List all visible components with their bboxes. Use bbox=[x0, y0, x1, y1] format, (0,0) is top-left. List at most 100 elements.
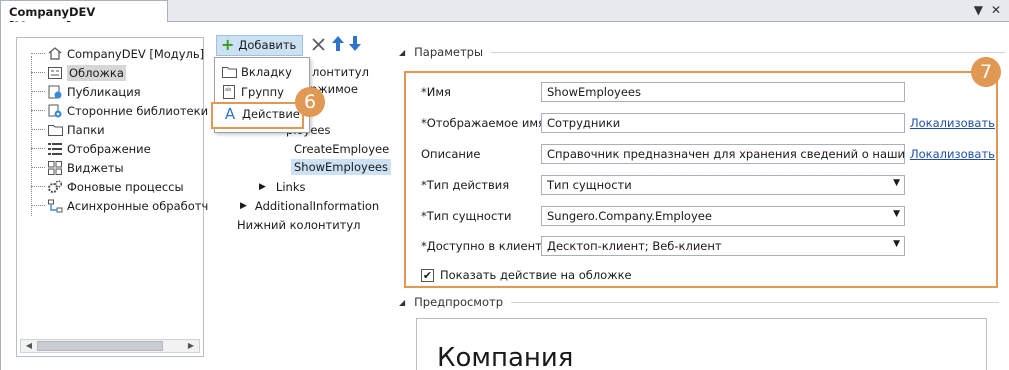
tree-item-footer[interactable]: Нижний колонтитул bbox=[237, 216, 361, 234]
cover-toolbar: + Добавить bbox=[216, 34, 362, 56]
tree-item-label: CreateEmployee bbox=[294, 142, 390, 156]
display-name-input[interactable]: Сотрудники bbox=[541, 113, 905, 133]
action-icon: A bbox=[224, 105, 236, 123]
arrow-down-icon[interactable] bbox=[349, 35, 362, 55]
tree-item-label: Сторонние библиотеки bbox=[67, 103, 209, 118]
module-tab[interactable]: CompanyDEV [Модуль] bbox=[0, 0, 168, 33]
show-on-cover-label: Показать действие на обложке bbox=[440, 268, 632, 282]
parameters-header[interactable]: ◢ Параметры bbox=[399, 45, 1006, 59]
description-label: Описание bbox=[421, 147, 481, 161]
tree-item-label: лонтитул bbox=[312, 65, 369, 79]
name-input[interactable]: ShowEmployees bbox=[541, 82, 905, 102]
entity-type-select[interactable]: Sungero.Company.Employee ▼ bbox=[541, 206, 905, 226]
name-label: *Имя bbox=[421, 85, 451, 99]
tree-item-display[interactable]: Отображение bbox=[31, 139, 151, 158]
tree-item-libraries[interactable]: Сторонние библиотеки bbox=[31, 101, 208, 120]
expand-icon[interactable]: ▶ bbox=[240, 201, 247, 211]
add-button-label: Добавить bbox=[238, 38, 297, 52]
callout-badge-7: 7 bbox=[971, 57, 1001, 87]
tree-item-cover[interactable]: Обложка bbox=[31, 63, 126, 82]
add-button[interactable]: + Добавить bbox=[216, 34, 304, 56]
description-input[interactable]: Справочник предназначен для хранения све… bbox=[541, 144, 905, 164]
close-icon[interactable] bbox=[312, 36, 325, 55]
tree-item-module[interactable]: CompanyDEV [Модуль] bbox=[31, 44, 204, 63]
tree-item-label: Обложка bbox=[67, 64, 126, 81]
scroll-right-icon[interactable]: ▶ bbox=[184, 340, 198, 352]
entity-type-value: Sungero.Company.Employee bbox=[547, 209, 712, 223]
entity-type-label: *Тип сущности bbox=[421, 209, 512, 223]
name-value: ShowEmployees bbox=[547, 85, 641, 99]
preview-pane: Компания bbox=[416, 318, 987, 370]
section-title: Предпросмотр bbox=[414, 295, 504, 309]
tree-item-additional-information[interactable]: ▶ AdditionalInformation bbox=[240, 197, 379, 215]
group-icon: ab bbox=[221, 85, 237, 99]
action-type-label: *Тип действия bbox=[421, 178, 510, 192]
scroll-left-icon[interactable]: ◀ bbox=[22, 340, 36, 352]
menu-item-tab[interactable]: Вкладку bbox=[221, 63, 292, 81]
menu-item-label: Действие bbox=[242, 107, 300, 121]
folder-icon bbox=[47, 123, 63, 137]
expand-icon[interactable]: ▶ bbox=[259, 182, 266, 192]
tree-item-label: Асинхронные обработч bbox=[67, 198, 209, 213]
tree-item-links[interactable]: ▶ Links bbox=[259, 178, 305, 196]
dropdown-arrow-icon[interactable]: ▼ bbox=[893, 239, 900, 249]
localize-link[interactable]: Локализовать bbox=[910, 116, 995, 130]
tree-item-show-employees[interactable]: ShowEmployees bbox=[291, 158, 391, 176]
clients-select[interactable]: Десктоп-клиент; Веб-клиент ▼ bbox=[541, 236, 905, 256]
preview-title: Компания bbox=[437, 343, 574, 370]
horizontal-scrollbar[interactable]: ◀ ▶ bbox=[20, 339, 200, 353]
collapse-icon[interactable]: ◢ bbox=[399, 298, 405, 307]
tree-item-label: Нижний колонтитул bbox=[237, 218, 361, 232]
tree-item-header[interactable]: лонтитул bbox=[312, 63, 369, 81]
tab-strip: ▼ ✕ bbox=[168, 0, 1009, 22]
action-type-select[interactable]: Тип сущности ▼ bbox=[541, 175, 905, 195]
tree-item-publication[interactable]: Публикация bbox=[31, 82, 141, 101]
tree-item-label: Отображение bbox=[67, 141, 151, 156]
parameters-panel: *Имя ShowEmployees *Отображаемое имя Сот… bbox=[404, 71, 998, 288]
home-icon bbox=[47, 47, 63, 61]
menu-item-group[interactable]: ab Группу bbox=[221, 83, 284, 101]
action-type-value: Тип сущности bbox=[547, 178, 632, 192]
section-title: Параметры bbox=[414, 45, 484, 59]
tree-item-widgets[interactable]: Виджеты bbox=[31, 158, 124, 177]
gears-icon bbox=[47, 179, 63, 194]
collapse-icon[interactable]: ◢ bbox=[399, 48, 405, 57]
close-icon[interactable]: ✕ bbox=[991, 3, 1001, 17]
tree-item-create-employee[interactable]: CreateEmployee bbox=[294, 140, 389, 158]
menu-item-label: Группу bbox=[241, 85, 284, 99]
tree-item-label: Публикация bbox=[67, 84, 141, 99]
cover-icon bbox=[47, 66, 63, 80]
dropdown-arrow-icon[interactable]: ▼ bbox=[893, 178, 900, 188]
show-on-cover-checkbox[interactable]: ✔ Показать действие на обложке bbox=[421, 268, 632, 282]
dropdown-arrow-icon[interactable]: ▼ bbox=[893, 209, 900, 219]
tree-item-label: ShowEmployees bbox=[291, 159, 391, 175]
module-tree-panel: CompanyDEV [Модуль] Обложка Публикация С… bbox=[16, 37, 208, 357]
arrow-up-icon[interactable] bbox=[332, 35, 345, 55]
plus-icon: + bbox=[221, 35, 235, 54]
display-name-value: Сотрудники bbox=[547, 116, 621, 130]
display-name-label: *Отображаемое имя bbox=[421, 116, 545, 130]
menu-item-label: Вкладку bbox=[241, 65, 292, 79]
tab-icon bbox=[221, 65, 237, 79]
dropdown-icon[interactable]: ▼ bbox=[974, 3, 983, 17]
tree-item-label: Links bbox=[275, 180, 306, 194]
callout-badge-6: 6 bbox=[295, 87, 325, 117]
async-icon bbox=[47, 199, 63, 213]
tree-item-label: AdditionalInformation bbox=[254, 199, 380, 213]
widgets-icon bbox=[47, 160, 63, 175]
tree-item-folders[interactable]: Папки bbox=[31, 120, 105, 139]
description-value: Справочник предназначен для хранения све… bbox=[547, 147, 905, 161]
tree-item-label: CompanyDEV [Модуль] bbox=[67, 46, 205, 61]
tree-item-async-handlers[interactable]: Асинхронные обработч bbox=[31, 196, 208, 215]
tree-item-label: Виджеты bbox=[67, 160, 124, 175]
clients-value: Десктоп-клиент; Веб-клиент bbox=[547, 239, 722, 253]
divider bbox=[491, 51, 1006, 53]
localize-link[interactable]: Локализовать bbox=[910, 147, 995, 161]
tree-item-label: Фоновые процессы bbox=[67, 179, 184, 194]
scrollbar-thumb[interactable] bbox=[37, 341, 163, 351]
tree-item-label: Папки bbox=[67, 122, 105, 137]
tree-item-background-jobs[interactable]: Фоновые процессы bbox=[31, 177, 184, 196]
checkmark-icon[interactable]: ✔ bbox=[421, 268, 434, 282]
menu-item-action[interactable]: A Действие bbox=[211, 102, 304, 129]
preview-header[interactable]: ◢ Предпросмотр bbox=[399, 295, 1000, 309]
